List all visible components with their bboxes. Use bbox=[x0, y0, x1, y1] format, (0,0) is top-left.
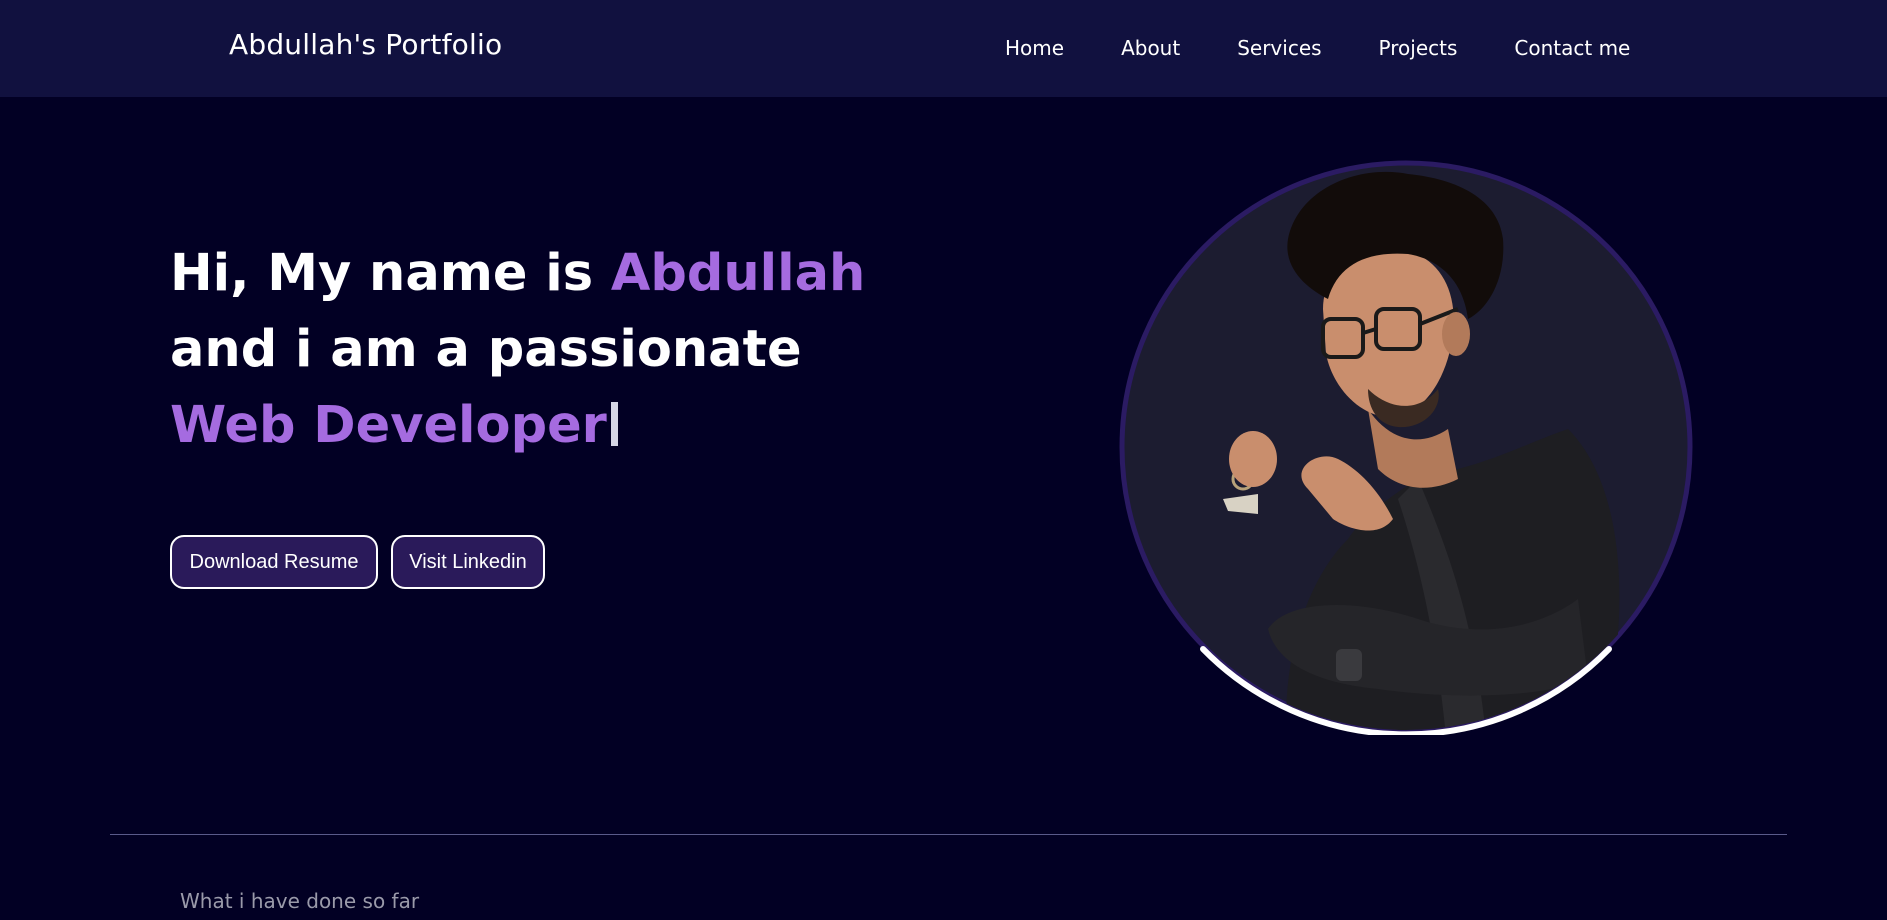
hero-line-1: Hi, My name is Abdullah bbox=[170, 236, 865, 312]
brand-title[interactable]: Abdullah's Portfolio bbox=[229, 28, 502, 61]
nav-services[interactable]: Services bbox=[1237, 36, 1321, 60]
navbar: Abdullah's Portfolio Home About Services… bbox=[0, 0, 1887, 97]
hero-greeting: Hi, My name is bbox=[170, 244, 611, 303]
nav-contact[interactable]: Contact me bbox=[1514, 36, 1630, 60]
nav-about[interactable]: About bbox=[1121, 36, 1180, 60]
download-resume-button[interactable]: Download Resume bbox=[170, 535, 378, 589]
hero-line-2: and i am a passionate bbox=[170, 320, 802, 379]
nav-links: Home About Services Projects Contact me bbox=[1005, 36, 1630, 60]
section-divider bbox=[110, 834, 1787, 835]
nav-projects[interactable]: Projects bbox=[1379, 36, 1458, 60]
visit-linkedin-button[interactable]: Visit Linkedin bbox=[391, 535, 545, 589]
hero-heading: Hi, My name is Abdullah and i am a passi… bbox=[170, 236, 865, 464]
typing-cursor bbox=[610, 402, 618, 446]
hero-name: Abdullah bbox=[610, 244, 866, 303]
section-subtitle: What i have done so far bbox=[180, 889, 420, 913]
profile-avatar bbox=[1119, 160, 1693, 735]
hero-line-3: Web Developer bbox=[170, 388, 865, 464]
nav-home[interactable]: Home bbox=[1005, 36, 1064, 60]
hero-role: Web Developer bbox=[170, 396, 607, 455]
